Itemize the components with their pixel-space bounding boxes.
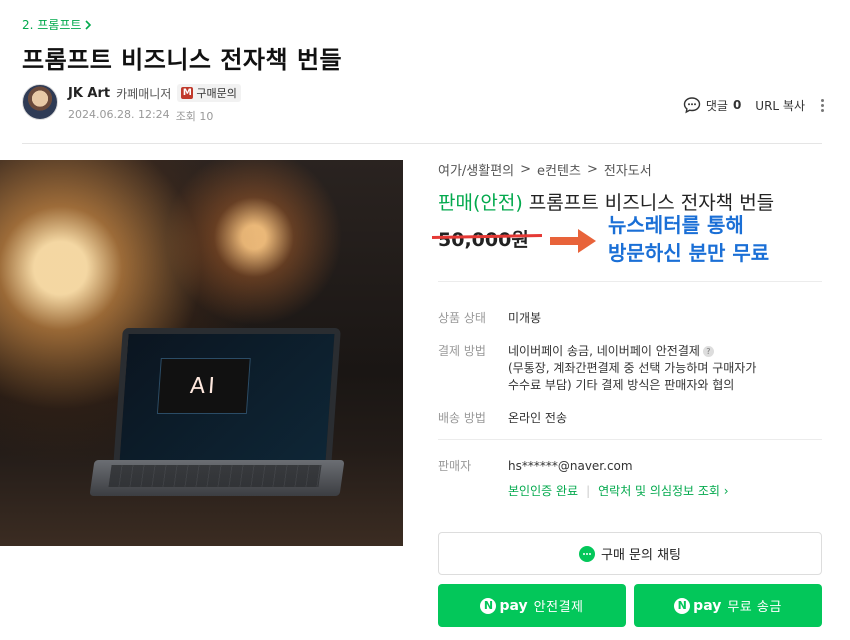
condition-value: 미개봉 xyxy=(508,311,542,325)
avatar[interactable] xyxy=(22,84,58,120)
comment-icon xyxy=(683,97,701,114)
npay-icon: N xyxy=(674,597,691,614)
npay-logo: N pay xyxy=(480,597,528,614)
inquiry-chat-button[interactable]: 구매 문의 채팅 xyxy=(438,532,822,575)
npay-icon: N xyxy=(480,597,497,614)
header-divider xyxy=(22,143,822,144)
condition-label: 상품 상태 xyxy=(438,311,486,325)
contact-check-link[interactable]: 연락처 및 의심정보 조회 › xyxy=(598,483,728,500)
price-row: 50,000원 뉴스레터를 통해 방문하신 분만 무료 xyxy=(431,213,822,281)
npay-logo: N pay xyxy=(674,597,721,614)
comment-label: 댓글 xyxy=(705,98,728,113)
category-3[interactable]: 전자도서 xyxy=(604,160,652,179)
author-name[interactable]: JK Art xyxy=(68,86,110,101)
comment-count: 0 xyxy=(732,98,742,112)
author-block: JK Art 카페매니저 M 구매문의 2024.06.28. 12:24 조회… xyxy=(22,84,241,124)
category-breadcrumb: 여가/생활편의 > e컨텐츠 > 전자도서 xyxy=(438,160,652,179)
buy-inquiry-badge[interactable]: M 구매문의 xyxy=(177,84,241,102)
laptop-screen: AI xyxy=(113,328,341,468)
arrow-right-icon xyxy=(550,229,596,253)
author-role: 카페매니저 xyxy=(116,86,172,101)
chat-icon xyxy=(578,545,595,562)
seller-email: hs******@naver.com xyxy=(508,459,633,473)
shipping-row: 배송 방법 온라인 전송 xyxy=(438,402,822,435)
chat-button-label: 구매 문의 채팅 xyxy=(600,548,682,563)
transfer-label: 무료 송금 xyxy=(727,600,782,615)
condition-row: 상품 상태 미개봉 xyxy=(438,302,822,335)
post-views: 조회 10 xyxy=(175,110,214,123)
shipping-label: 배송 방법 xyxy=(438,411,486,425)
url-copy-button[interactable]: URL 복사 xyxy=(755,97,805,114)
promo-line-1: 뉴스레터를 통해 xyxy=(608,213,744,237)
help-icon[interactable]: ? xyxy=(702,346,714,357)
payment-value-3: 수수료 부담) 기타 결제 방식은 판매자와 협의 xyxy=(508,378,735,392)
product-info-table: 상품 상태 미개봉 결제 방법 네이버페이 송금, 네이버페이 안전결제? (무… xyxy=(438,302,822,435)
category-1[interactable]: 여가/생활편의 xyxy=(438,160,514,179)
screen-ai-text: AI xyxy=(189,373,219,399)
payment-label: 결제 방법 xyxy=(438,344,486,358)
breadcrumb[interactable]: 2. 프롬프트 xyxy=(22,16,92,33)
manager-icon: M xyxy=(181,87,194,99)
npay-transfer-button[interactable]: N pay 무료 송금 xyxy=(634,584,822,627)
category-2[interactable]: e컨텐츠 xyxy=(537,160,581,179)
promo-line-2: 방문하신 분만 무료 xyxy=(608,241,770,265)
payment-row: 결제 방법 네이버페이 송금, 네이버페이 안전결제? (무통장, 계좌간편결제… xyxy=(438,335,822,402)
seller-label: 판매자 xyxy=(438,459,472,473)
buy-inquiry-label: 구매문의 xyxy=(196,87,237,100)
npay-safe-payment-button[interactable]: N pay 안전결제 xyxy=(438,584,626,627)
seller-row: 판매자 hs******@naver.com 본인인증 완료 | 연락처 및 의… xyxy=(438,459,729,500)
chevron-right-icon xyxy=(85,19,92,30)
post-date: 2024.06.28. 12:24 xyxy=(68,108,170,121)
section-divider xyxy=(438,439,822,440)
payment-value-2: (무통장, 계좌간편결제 중 선택 가능하며 구매자가 xyxy=(508,361,757,375)
safe-pay-label: 안전결제 xyxy=(533,600,584,615)
identity-verified-link[interactable]: 본인인증 완료 xyxy=(508,483,578,500)
page-title: 프롬프트 비즈니스 전자책 번들 xyxy=(22,46,343,74)
product-info: 여가/생활편의 > e컨텐츠 > 전자도서 판매(안전) 프롬프트 비즈니스 전… xyxy=(431,160,822,508)
section-divider xyxy=(438,281,822,282)
laptop-keyboard xyxy=(108,465,322,487)
promo-text: 뉴스레터를 통해 방문하신 분만 무료 xyxy=(608,211,769,267)
more-options-icon[interactable] xyxy=(819,98,826,112)
post-actions: 댓글 0 URL 복사 xyxy=(683,96,826,114)
shipping-value: 온라인 전송 xyxy=(508,411,568,425)
comment-button[interactable]: 댓글 0 xyxy=(683,96,741,114)
product-image[interactable]: AI xyxy=(0,160,403,546)
breadcrumb-label: 2. 프롬프트 xyxy=(22,18,82,32)
sale-status-tag: 판매(안전) xyxy=(438,192,523,214)
payment-value-1: 네이버페이 송금, 네이버페이 안전결제 xyxy=(508,344,700,358)
